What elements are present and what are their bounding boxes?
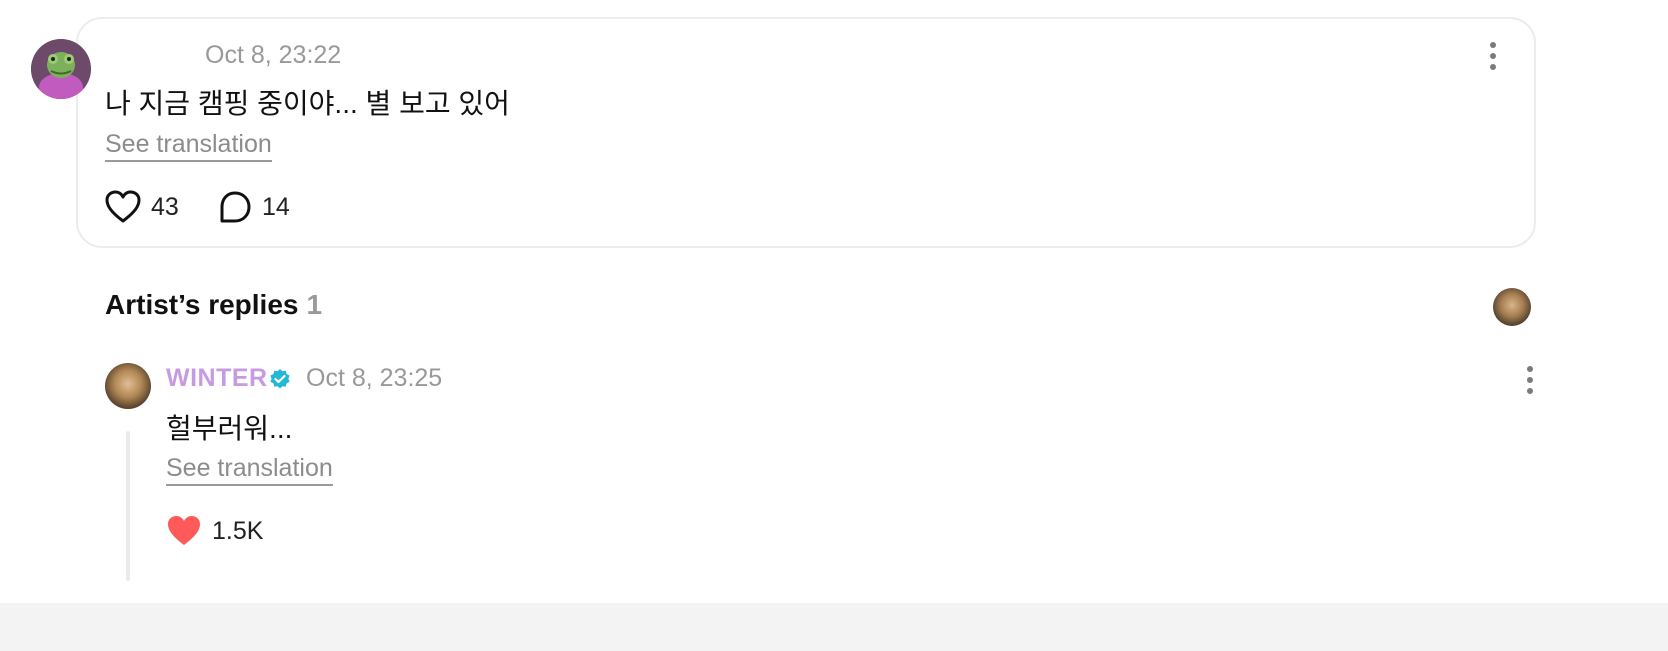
heart-filled-icon	[168, 516, 200, 545]
reply-thread-line	[126, 431, 130, 581]
post-body-text: 나 지금 캠핑 중이야... 별 보고 있어	[105, 88, 510, 119]
post-comment-count: 14	[262, 192, 290, 221]
post-author-avatar[interactable]	[31, 39, 91, 99]
artist-replies-avatar[interactable]	[1493, 288, 1531, 326]
bottom-divider	[0, 603, 1668, 651]
artist-replies-heading: Artist’s replies 1	[105, 289, 322, 321]
reply-more-menu-icon[interactable]	[1526, 366, 1534, 394]
reply-author-avatar[interactable]	[105, 363, 151, 409]
post-like-count: 43	[151, 192, 179, 221]
heart-outline-icon	[105, 190, 141, 223]
reply-like-count: 1.5K	[212, 516, 264, 545]
reply-see-translation-link[interactable]: See translation	[166, 454, 333, 486]
reply-like-button[interactable]: 1.5K	[166, 514, 263, 548]
artist-replies-count: 1	[306, 289, 323, 320]
post-see-translation-link[interactable]: See translation	[105, 130, 272, 162]
comment-bubble-icon	[220, 191, 251, 223]
chameleon-avatar-icon	[31, 39, 91, 99]
post-like-button[interactable]: 43	[105, 190, 179, 224]
reply-author-name[interactable]: WINTER	[166, 364, 268, 393]
post-timestamp: Oct 8, 23:22	[205, 41, 342, 69]
post-comment-button[interactable]: 14	[218, 190, 290, 224]
verified-badge-icon	[270, 369, 290, 389]
artist-replies-title: Artist’s replies	[105, 289, 299, 320]
reply-body-text: 헐부러워...	[166, 413, 293, 444]
post-more-menu-icon[interactable]	[1489, 42, 1497, 70]
reply-timestamp: Oct 8, 23:25	[306, 364, 443, 392]
